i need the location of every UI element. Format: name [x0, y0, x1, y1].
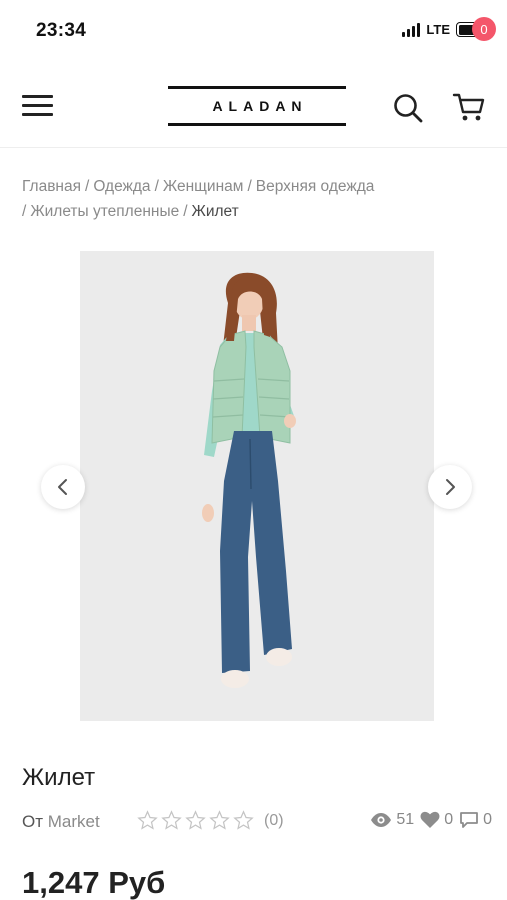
rating-count: (0): [264, 811, 284, 829]
product-price: 1,247 Руб: [22, 865, 166, 900]
breadcrumb: Главная / Одежда / Женщинам / Верхняя одежда / Ж…: [22, 178, 375, 220]
search-button[interactable]: [392, 92, 424, 124]
star-icon: [185, 810, 206, 830]
seller-info: От Market: [22, 812, 100, 832]
search-icon: [394, 94, 423, 123]
likes-stat[interactable]: 0: [420, 811, 453, 829]
product-photo: [202, 272, 296, 688]
chevron-left-icon: [58, 479, 67, 495]
breadcrumb-clothing[interactable]: Одежда: [93, 178, 150, 195]
site-header: ALADAN: [0, 64, 507, 148]
product-stats: 51 0 0: [364, 811, 492, 829]
logo-text: ALADAN: [212, 98, 308, 114]
rating-stars: [137, 810, 254, 831]
breadcrumb-outerwear[interactable]: Верхняя одежда: [256, 178, 375, 195]
cart-button[interactable]: [452, 91, 488, 123]
comment-icon: [460, 812, 478, 828]
comments-stat[interactable]: 0: [459, 811, 492, 829]
cart-count-badge: 0: [472, 17, 496, 41]
breadcrumb-current: Жилет: [191, 203, 239, 220]
next-image-button[interactable]: [428, 465, 472, 509]
breadcrumb-home[interactable]: Главная: [22, 178, 81, 195]
star-icon: [161, 810, 182, 830]
heart-icon: [420, 811, 440, 828]
eye-icon: [371, 813, 392, 827]
chevron-right-icon: [446, 479, 455, 495]
star-icon: [233, 810, 254, 830]
views-count: 51: [396, 811, 415, 828]
product-image-gallery[interactable]: [80, 251, 434, 721]
likes-count: 0: [444, 811, 454, 828]
network-label: LTE: [426, 22, 450, 37]
product-meta: От Market (0) 51 0 0: [22, 810, 492, 836]
status-time: 23:34: [36, 20, 87, 41]
comments-count: 0: [483, 811, 492, 828]
status-bar: 23:34 LTE: [0, 0, 507, 64]
views-stat: 51: [370, 811, 414, 829]
breadcrumb-insulated-vests[interactable]: Жилеты утепленные: [30, 203, 179, 220]
menu-icon: [22, 95, 53, 98]
product-title: Жилет: [22, 764, 96, 791]
star-icon: [137, 810, 158, 830]
previous-image-button[interactable]: [41, 465, 85, 509]
logo[interactable]: ALADAN: [168, 86, 346, 126]
rating[interactable]: (0): [137, 810, 284, 831]
menu-button[interactable]: [22, 95, 53, 117]
breadcrumb-women[interactable]: Женщинам: [163, 178, 244, 195]
seller-prefix: От: [22, 812, 44, 831]
star-icon: [209, 810, 230, 830]
seller-link[interactable]: Market: [48, 812, 100, 831]
cart-icon: [452, 93, 485, 121]
signal-icon: [402, 22, 421, 37]
